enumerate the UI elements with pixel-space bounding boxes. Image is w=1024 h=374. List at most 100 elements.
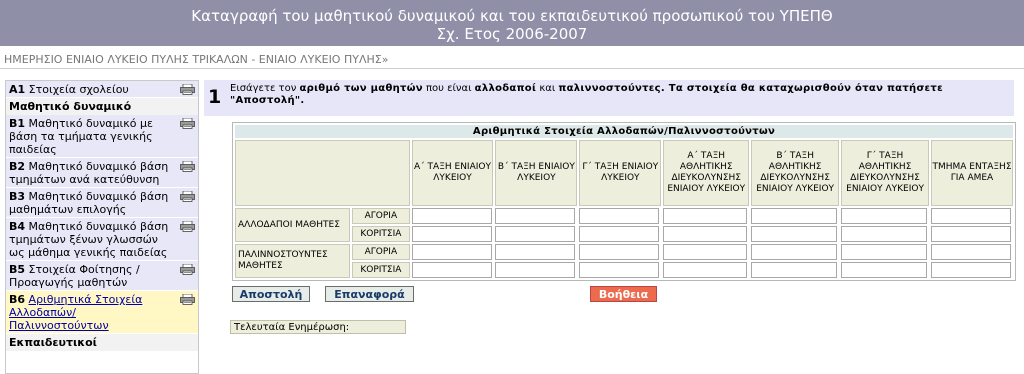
page-header: Καταγραφή του μαθητικού δυναμικού και το… bbox=[0, 0, 1024, 46]
row-label: ΑΓΟΡΙΑ bbox=[352, 244, 410, 260]
table-row: ΚΟΡΙΤΣΙΑ bbox=[235, 226, 1013, 242]
last-update-label: Τελευταία Ενημέρωση: bbox=[230, 320, 406, 334]
table-cell bbox=[411, 262, 494, 278]
reset-button[interactable]: Επαναφορά bbox=[325, 286, 414, 302]
column-header: ΤΜΗΜΑ ΕΝΤΑΞΗΣ ΓΙΑ ΑΜΕΑ bbox=[931, 140, 1013, 206]
table-cell bbox=[751, 208, 839, 224]
sidebar-item-code: B3 bbox=[9, 190, 26, 203]
table-cell bbox=[495, 244, 577, 260]
sidebar-item-code: B2 bbox=[9, 160, 26, 173]
divider bbox=[0, 68, 1024, 69]
data-table-wrapper: Αριθμητικά Στοιχεία Αλλοδαπών/Παλιννοστο… bbox=[232, 122, 1016, 281]
printer-icon[interactable] bbox=[180, 118, 195, 129]
count-input[interactable] bbox=[751, 226, 838, 242]
instructions-box: 1 Εισάγετε τον αριθμό των μαθητών που εί… bbox=[204, 80, 1014, 116]
send-button[interactable]: Αποστολή bbox=[232, 286, 310, 302]
printer-icon[interactable] bbox=[180, 221, 195, 232]
step-number: 1 bbox=[208, 86, 222, 108]
count-input[interactable] bbox=[411, 208, 492, 224]
sidebar-item-label: Στοιχεία Φοίτησης / Προαγωγής μαθητών bbox=[9, 263, 140, 289]
sidebar-item-label: Μαθητικό δυναμικό βάση τμημάτων ξένων γλ… bbox=[9, 220, 169, 259]
column-header: Β΄ ΤΑΞΗ ΕΝΙΑΙΟΥ ΛΥΚΕΙΟΥ bbox=[495, 140, 578, 206]
column-header: Α΄ ΤΑΞΗ ΕΝΙΑΙΟΥ ΛΥΚΕΙΟΥ bbox=[411, 140, 494, 206]
instr-bold-part: αλλοδαποί bbox=[474, 83, 537, 94]
table-cell bbox=[663, 208, 749, 224]
table-cell bbox=[931, 208, 1013, 224]
count-input[interactable] bbox=[579, 262, 660, 278]
table-cell bbox=[931, 244, 1013, 260]
count-input[interactable] bbox=[663, 226, 748, 242]
sidebar-item-b3[interactable]: B3 Μαθητικό δυναμικό βάση μαθημάτων επιλ… bbox=[6, 188, 198, 218]
sidebar-item-b6[interactable]: B6 Αριθμητικά Στοιχεία Αλλοδαπών/ Παλινν… bbox=[6, 291, 198, 334]
instr-bold-part: αριθμό των μαθητών bbox=[299, 83, 423, 94]
table-cell bbox=[495, 208, 577, 224]
table-row: ΚΟΡΙΤΣΙΑ bbox=[235, 262, 1013, 278]
table-cell bbox=[411, 244, 494, 260]
count-input[interactable] bbox=[495, 244, 576, 260]
instr-text-part: που είναι bbox=[422, 83, 475, 94]
breadcrumb: ΗΜΕΡΗΣΙΟ ΕΝΙΑΙΟ ΛΥΚΕΙΟ ΠΥΛΗΣ ΤΡΙΚΑΛΩΝ - … bbox=[4, 53, 389, 66]
sidebar-item-b5[interactable]: B5 Στοιχεία Φοίτησης / Προαγωγής μαθητών bbox=[6, 261, 198, 291]
count-input[interactable] bbox=[579, 208, 660, 224]
printer-icon[interactable] bbox=[180, 264, 195, 275]
sidebar-item-code: B4 bbox=[9, 220, 26, 233]
sidebar-item-b4[interactable]: B4 Μαθητικό δυναμικό βάση τμημάτων ξένων… bbox=[6, 218, 198, 261]
table-row: ΑΛΛΟΔΑΠΟΙ ΜΑΘΗΤΕΣ ΑΓΟΡΙΑ bbox=[235, 208, 1013, 242]
instr-text-part: και bbox=[536, 83, 559, 94]
count-input[interactable] bbox=[751, 244, 838, 260]
count-input[interactable] bbox=[841, 262, 928, 278]
table-cell bbox=[663, 226, 749, 242]
count-input[interactable] bbox=[411, 262, 492, 278]
count-input[interactable] bbox=[931, 262, 1011, 278]
count-input[interactable] bbox=[841, 244, 928, 260]
row-label: ΚΟΡΙΤΣΙΑ bbox=[352, 226, 410, 242]
count-input[interactable] bbox=[663, 262, 748, 278]
row-label: ΚΟΡΙΤΣΙΑ bbox=[352, 262, 410, 278]
row-label: ΑΓΟΡΙΑ bbox=[352, 208, 410, 224]
table-cell bbox=[751, 244, 839, 260]
table-cell bbox=[841, 244, 929, 260]
sidebar-item-label: Αριθμητικά Στοιχεία Αλλοδαπών/ Παλιννοστ… bbox=[9, 293, 143, 332]
table-cell bbox=[579, 226, 661, 242]
sidebar-item-label: Στοιχεία σχολείου bbox=[28, 83, 129, 96]
school-year: Σχ. Ετος 2006-2007 bbox=[436, 25, 588, 43]
count-input[interactable] bbox=[411, 226, 492, 242]
column-header: Β΄ ΤΑΞΗ ΑΘΛΗΤΙΚΗΣ ΔΙΕΥΚΟΛΥΝΣΗΣ ΕΝΙΑΙΟΥ Λ… bbox=[751, 140, 840, 206]
count-input[interactable] bbox=[663, 208, 748, 224]
count-input[interactable] bbox=[579, 244, 660, 260]
sidebar-item-code: B5 bbox=[9, 263, 26, 276]
count-input[interactable] bbox=[663, 244, 748, 260]
table-cell bbox=[495, 226, 577, 242]
sidebar: A1 Στοιχεία σχολείου Μαθητικό δυναμικό B1 … bbox=[5, 80, 199, 374]
count-input[interactable] bbox=[841, 208, 928, 224]
sidebar-item-a1[interactable]: A1 Στοιχεία σχολείου bbox=[6, 81, 198, 98]
count-input[interactable] bbox=[931, 208, 1011, 224]
count-input[interactable] bbox=[751, 262, 838, 278]
count-input[interactable] bbox=[751, 208, 838, 224]
printer-icon[interactable] bbox=[180, 191, 195, 202]
count-input[interactable] bbox=[579, 226, 660, 242]
count-input[interactable] bbox=[495, 226, 576, 242]
sidebar-item-b2[interactable]: B2 Μαθητικό δυναμικό βάση τμημάτων ανά κ… bbox=[6, 158, 198, 188]
table-cell bbox=[841, 226, 929, 242]
count-input[interactable] bbox=[411, 244, 492, 260]
sidebar-item-label: Μαθητικό δυναμικό βάση μαθημάτων επιλογή… bbox=[9, 190, 169, 216]
printer-icon[interactable] bbox=[180, 294, 195, 305]
count-input[interactable] bbox=[495, 208, 576, 224]
count-input[interactable] bbox=[931, 244, 1011, 260]
printer-icon[interactable] bbox=[180, 84, 195, 95]
sidebar-section-heading: Εκπαιδευτικοί bbox=[6, 334, 198, 351]
printer-icon[interactable] bbox=[180, 161, 195, 172]
sidebar-item-label: Μαθητικό δυναμικό με βάση τα τμήματα γεν… bbox=[9, 117, 153, 156]
help-button[interactable]: Βοήθεια bbox=[590, 286, 657, 302]
table-cell bbox=[579, 262, 661, 278]
column-header: Γ΄ ΤΑΞΗ ΑΘΛΗΤΙΚΗΣ ΔΙΕΥΚΟΛΥΝΣΗΣ ΕΝΙΑΙΟΥ Λ… bbox=[841, 140, 929, 206]
table-cell bbox=[663, 262, 749, 278]
table-cell bbox=[411, 226, 494, 242]
count-input[interactable] bbox=[841, 226, 928, 242]
instructions-text: Εισάγετε τον αριθμό των μαθητών που είνα… bbox=[230, 83, 1010, 107]
count-input[interactable] bbox=[931, 226, 1011, 242]
sidebar-item-code: B1 bbox=[9, 117, 26, 130]
sidebar-item-b1[interactable]: B1 Μαθητικό δυναμικό με βάση τα τμήματα … bbox=[6, 115, 198, 158]
count-input[interactable] bbox=[495, 262, 576, 278]
